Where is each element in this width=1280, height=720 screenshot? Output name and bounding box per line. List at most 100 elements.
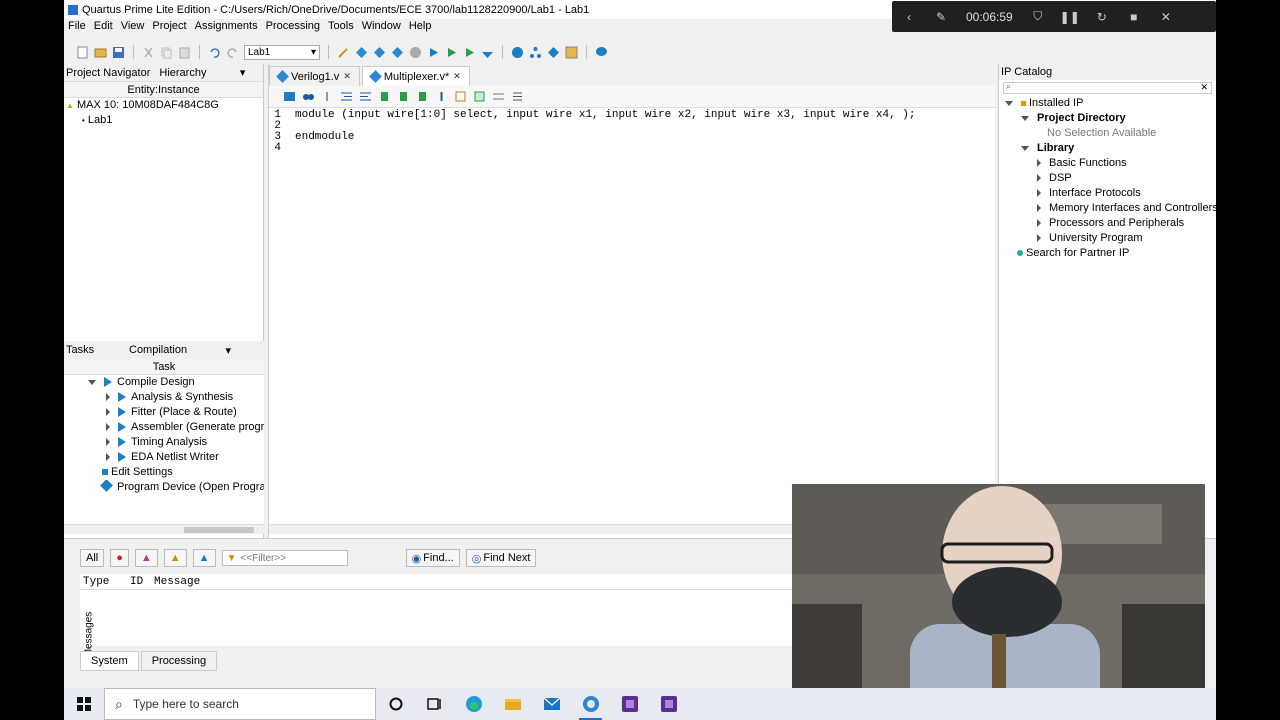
- task-timing-analysis[interactable]: Timing Analysis: [64, 435, 264, 450]
- visual-studio-2-icon[interactable]: [649, 688, 688, 720]
- tasks-flow-select[interactable]: Compilation ▾: [126, 343, 234, 357]
- taskbar-search-box[interactable]: ⌕ Type here to search: [104, 688, 376, 720]
- menu-help[interactable]: Help: [409, 20, 432, 32]
- expand-icon[interactable]: [106, 393, 110, 402]
- column-message[interactable]: Message: [154, 576, 200, 588]
- paste-icon[interactable]: [178, 46, 191, 59]
- fitter-icon[interactable]: [463, 46, 476, 59]
- expand-icon[interactable]: [106, 453, 110, 462]
- error-filter-button[interactable]: ●: [110, 549, 129, 567]
- collapse-icon[interactable]: [88, 379, 96, 385]
- quartus-taskbar-icon[interactable]: [571, 688, 610, 720]
- tools-icon[interactable]: [547, 46, 560, 59]
- installed-ip-row[interactable]: Installed IP: [999, 96, 1216, 111]
- task-eda-netlist-writer[interactable]: EDA Netlist Writer: [64, 450, 264, 465]
- tab-verilog1[interactable]: Verilog1.v ✕: [269, 66, 360, 86]
- menu-view[interactable]: View: [121, 20, 145, 32]
- critical-warning-filter-button[interactable]: ▲: [134, 549, 158, 567]
- library-item-basic-functions[interactable]: Basic Functions: [999, 156, 1216, 171]
- info-filter-button[interactable]: ▲: [192, 549, 216, 567]
- collapse-icon[interactable]: [1021, 145, 1029, 151]
- pause-icon[interactable]: ❚❚: [1060, 10, 1080, 24]
- programmer-icon[interactable]: [565, 46, 578, 59]
- partner-ip-row[interactable]: Search for Partner IP: [999, 246, 1216, 261]
- warning-filter-button[interactable]: ▲: [163, 549, 187, 567]
- find-icon[interactable]: [302, 90, 315, 103]
- comment-icon[interactable]: [511, 90, 524, 103]
- top-entity-row[interactable]: • Lab1: [64, 113, 263, 128]
- collapse-icon[interactable]: [1021, 115, 1029, 121]
- column-type[interactable]: Type: [80, 576, 130, 588]
- all-messages-button[interactable]: All: [80, 549, 105, 567]
- mail-icon[interactable]: [532, 688, 571, 720]
- task-fitter[interactable]: Fitter (Place & Route): [64, 405, 264, 420]
- undo-icon[interactable]: [208, 46, 221, 59]
- tab-processing[interactable]: Processing: [140, 651, 218, 671]
- menu-processing[interactable]: Processing: [266, 20, 320, 32]
- next-bookmark-icon[interactable]: [397, 90, 410, 103]
- file-explorer-icon[interactable]: [493, 688, 532, 720]
- expand-icon[interactable]: [1037, 189, 1041, 198]
- expand-icon[interactable]: [106, 423, 110, 432]
- menu-edit[interactable]: Edit: [94, 20, 113, 32]
- chip-planner-icon[interactable]: [373, 46, 386, 59]
- expand-icon[interactable]: [106, 438, 110, 447]
- globe-icon[interactable]: [511, 46, 524, 59]
- task-column[interactable]: Task: [64, 359, 264, 375]
- restart-icon[interactable]: ↻: [1095, 10, 1109, 24]
- settings-diamond-icon[interactable]: [391, 46, 404, 59]
- clear-icon[interactable]: ✕: [1200, 82, 1208, 93]
- pencil-icon[interactable]: [337, 46, 350, 59]
- cut-icon[interactable]: [142, 46, 155, 59]
- save-icon[interactable]: [112, 46, 125, 59]
- line-numbers-icon[interactable]: [492, 90, 505, 103]
- prev-bookmark-icon[interactable]: [416, 90, 429, 103]
- left-horizontal-scrollbar[interactable]: [64, 524, 264, 534]
- tab-system[interactable]: System: [80, 651, 139, 671]
- task-view-icon[interactable]: [415, 688, 454, 720]
- pen-icon[interactable]: ✎: [934, 10, 948, 24]
- library-item-processors[interactable]: Processors and Peripherals: [999, 216, 1216, 231]
- library-row[interactable]: Library: [999, 141, 1216, 156]
- template-icon[interactable]: [454, 90, 467, 103]
- task-edit-settings[interactable]: Edit Settings: [64, 465, 264, 480]
- revision-select[interactable]: Lab1 ▾: [244, 44, 320, 60]
- entity-instance-column[interactable]: Entity:Instance: [64, 82, 263, 98]
- device-row[interactable]: ▲ MAX 10: 10M08DAF484C8G: [64, 98, 263, 113]
- start-compilation-icon[interactable]: [427, 46, 440, 59]
- menu-tools[interactable]: Tools: [328, 20, 354, 32]
- menu-file[interactable]: File: [68, 20, 86, 32]
- expand-icon[interactable]: [1037, 159, 1041, 168]
- expand-icon[interactable]: [1037, 204, 1041, 213]
- open-folder-icon[interactable]: [94, 46, 107, 59]
- library-item-university-program[interactable]: University Program: [999, 231, 1216, 246]
- expand-icon[interactable]: [1037, 174, 1041, 183]
- menu-window[interactable]: Window: [362, 20, 401, 32]
- find-next-button[interactable]: ◎ Find Next: [465, 549, 537, 567]
- stop-icon[interactable]: [409, 46, 422, 59]
- library-item-interface-protocols[interactable]: Interface Protocols: [999, 186, 1216, 201]
- project-directory-row[interactable]: Project Directory: [999, 111, 1216, 126]
- outdent-icon[interactable]: [359, 90, 372, 103]
- timing-icon[interactable]: [481, 46, 494, 59]
- message-filter-input[interactable]: ▼ <<Filter>>: [221, 550, 348, 566]
- task-analysis-synthesis[interactable]: Analysis & Synthesis: [64, 390, 264, 405]
- cortana-icon[interactable]: [376, 688, 415, 720]
- analysis-icon[interactable]: [445, 46, 458, 59]
- code-view[interactable]: 1 module (input wire[1:0] select, input w…: [269, 110, 995, 154]
- task-program-device[interactable]: Program Device (Open Programm: [64, 480, 264, 495]
- task-compile-design[interactable]: Compile Design: [64, 375, 264, 390]
- shield-icon[interactable]: ⛉: [1031, 9, 1045, 24]
- bookmark-icon[interactable]: [378, 90, 391, 103]
- library-item-dsp[interactable]: DSP: [999, 171, 1216, 186]
- redo-icon[interactable]: [226, 46, 239, 59]
- expand-icon[interactable]: [1037, 234, 1041, 243]
- attach-icon[interactable]: [435, 90, 448, 103]
- help-bubble-icon[interactable]: [595, 46, 608, 59]
- expand-icon[interactable]: [106, 408, 110, 417]
- pin-planner-icon[interactable]: [355, 46, 368, 59]
- edge-browser-icon[interactable]: [454, 688, 493, 720]
- scroll-thumb[interactable]: [184, 527, 254, 533]
- navigator-view-select[interactable]: Hierarchy ▾: [156, 66, 248, 80]
- column-id[interactable]: ID: [130, 576, 154, 588]
